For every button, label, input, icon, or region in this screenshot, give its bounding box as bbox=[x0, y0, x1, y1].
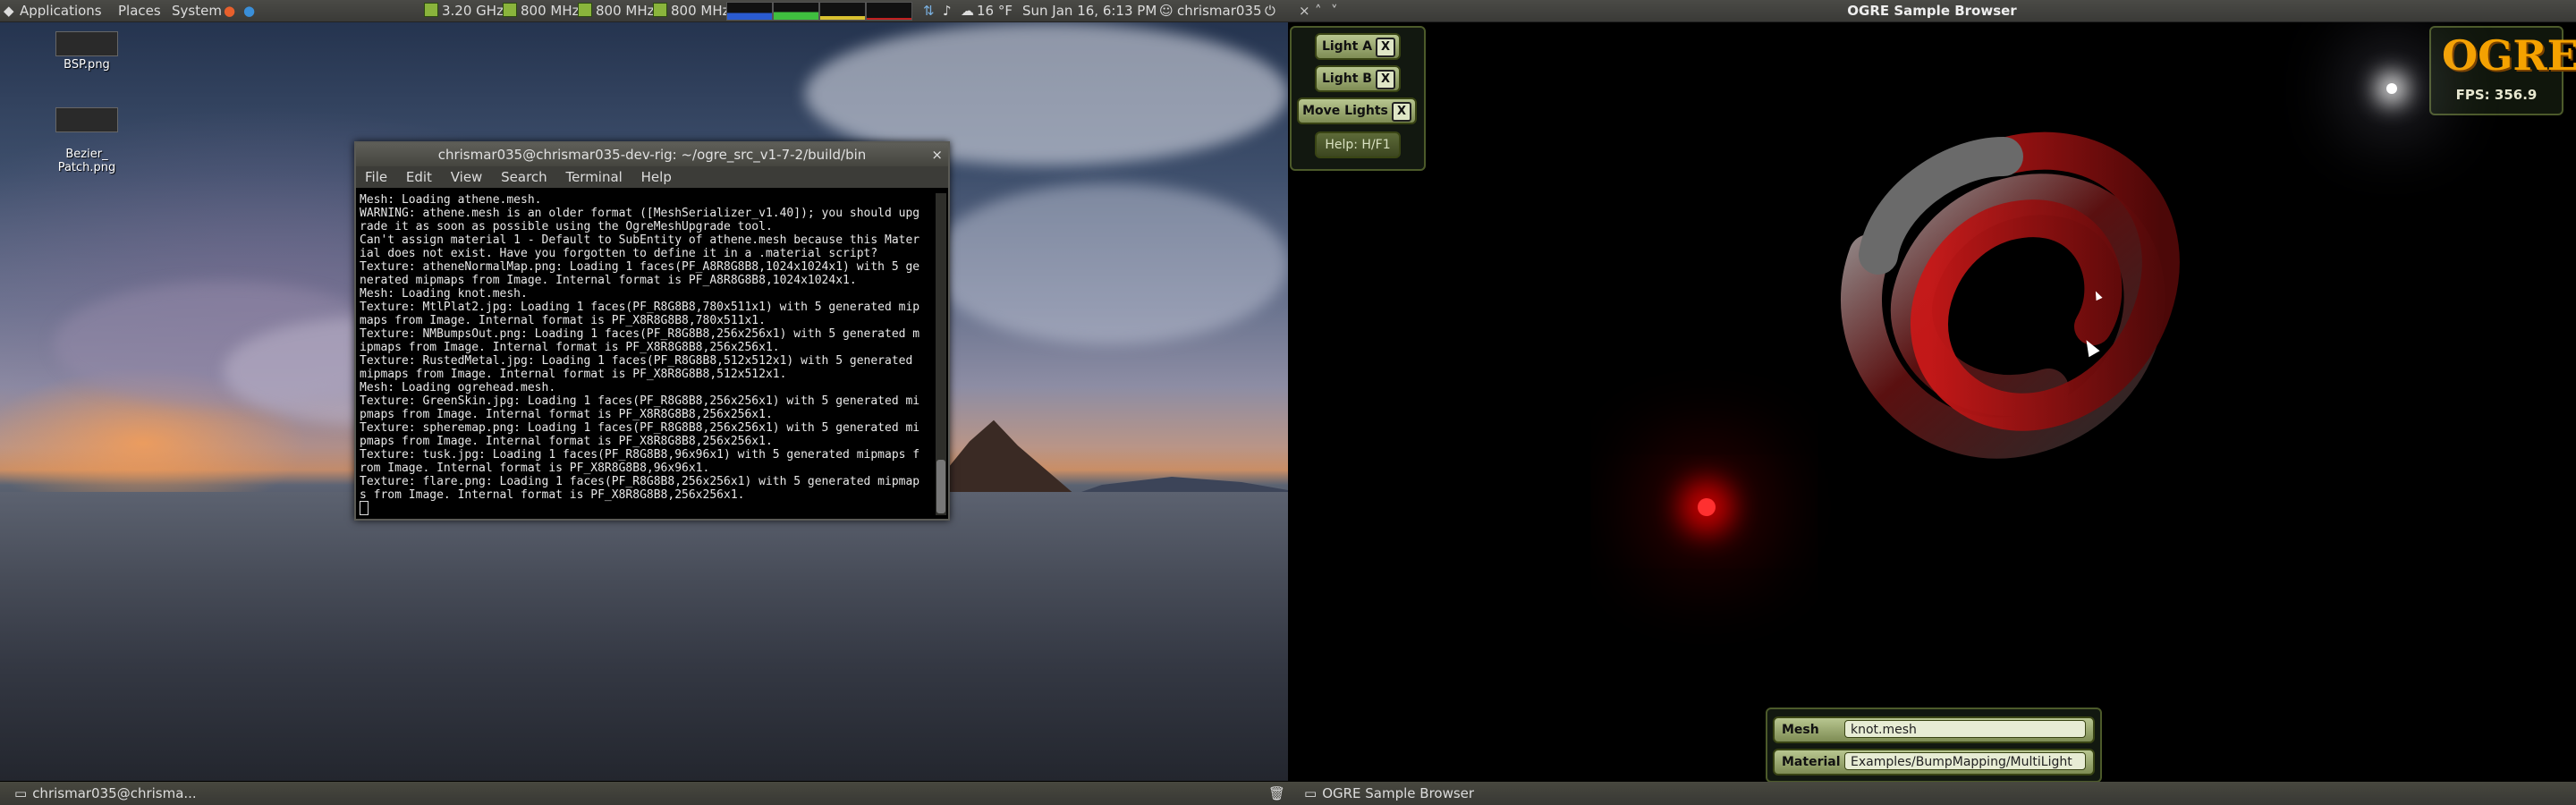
ogre-logo-panel: OGRE FPS: 356.9 bbox=[2429, 26, 2576, 115]
help-button[interactable]: Help: H/F1 bbox=[1315, 131, 1401, 158]
taskbar-ogre[interactable]: ▭ OGRE Sample Browser bbox=[1295, 784, 1483, 803]
system-monitor-mem-graph[interactable] bbox=[773, 2, 819, 21]
light-a-label: Light A bbox=[1321, 39, 1373, 54]
taskbar-item-label: chrismar035@chrisma... bbox=[32, 785, 197, 801]
close-icon[interactable]: × bbox=[931, 143, 943, 166]
light-a-checkbox[interactable]: X bbox=[1376, 38, 1395, 57]
desktop-wallpaper: BSP.png Bezier_ Patch.png chrismar035@ch… bbox=[0, 22, 1288, 781]
ubuntu-logo-icon[interactable]: ◆ bbox=[4, 0, 14, 21]
maximize-icon[interactable]: ˄ bbox=[1315, 0, 1322, 21]
clock[interactable]: Sun Jan 16, 6:13 PM bbox=[1022, 0, 1157, 21]
mesh-value[interactable]: knot.mesh bbox=[1844, 720, 2086, 738]
terminal-menu-search[interactable]: Search bbox=[501, 169, 547, 185]
white-light-flare bbox=[2386, 83, 2397, 94]
light-a-toggle[interactable]: Light A X bbox=[1315, 33, 1401, 60]
cpu-icon bbox=[653, 3, 667, 17]
top-panel: ◆ Applications Places System ● ● 3.20 GH… bbox=[0, 0, 1288, 22]
chrome-launcher-icon[interactable]: ● bbox=[243, 0, 255, 21]
cpu-freq-label: 800 MHz bbox=[671, 3, 730, 19]
terminal-menu-edit[interactable]: Edit bbox=[406, 169, 432, 185]
power-icon[interactable]: ⏻ bbox=[1265, 0, 1275, 21]
wallpaper-sea bbox=[0, 492, 1288, 781]
terminal-menu-help[interactable]: Help bbox=[641, 169, 672, 185]
ogre-render-view[interactable]: Light A X Light B X Move Lights X Help: … bbox=[1288, 22, 2576, 782]
network-icon[interactable]: ⇅ bbox=[923, 0, 935, 21]
light-b-label: Light B bbox=[1322, 72, 1372, 86]
desktop-icon-label: Bezier_ Patch.png bbox=[57, 148, 116, 174]
terminal-scrollbar[interactable] bbox=[936, 193, 946, 515]
window-icon: ▭ bbox=[1304, 785, 1318, 801]
terminal-window[interactable]: chrismar035@chrismar035-dev-rig: ~/ogre_… bbox=[354, 141, 950, 521]
trash-icon[interactable]: 🗑 bbox=[1268, 782, 1285, 805]
cpu-freq-3[interactable]: 800 MHz bbox=[578, 0, 655, 21]
cpu-freq-2[interactable]: 800 MHz bbox=[503, 0, 580, 21]
move-lights-toggle[interactable]: Move Lights X bbox=[1297, 97, 1417, 124]
menu-places[interactable]: Places bbox=[118, 0, 161, 21]
material-label: Material bbox=[1782, 755, 1841, 769]
ogre-control-tray: Light A X Light B X Move Lights X Help: … bbox=[1290, 26, 1426, 171]
desktop-icon-bezier[interactable]: Bezier_ Patch.png bbox=[38, 94, 136, 188]
mesh-selector[interactable]: Mesh knot.mesh bbox=[1773, 716, 2095, 743]
cpu-freq-1[interactable]: 3.20 GHz bbox=[424, 0, 504, 21]
material-value[interactable]: Examples/BumpMapping/MultiLight bbox=[1844, 752, 2086, 770]
cpu-freq-label: 800 MHz bbox=[596, 3, 655, 19]
ogre-titlebar[interactable]: × ˄ ˅ OGRE Sample Browser bbox=[1288, 0, 2576, 22]
taskbar-item-label: OGRE Sample Browser bbox=[1322, 785, 1475, 801]
volume-icon[interactable]: ♪ bbox=[943, 0, 952, 21]
menu-system[interactable]: System bbox=[172, 0, 222, 21]
weather-icon[interactable]: ☁ bbox=[961, 0, 974, 21]
terminal-menu-file[interactable]: File bbox=[365, 169, 387, 185]
user-menu-icon[interactable]: ☺ bbox=[1159, 0, 1174, 21]
menu-applications[interactable]: Applications bbox=[20, 0, 102, 21]
red-light-flare bbox=[1698, 498, 1716, 516]
weather-temp[interactable]: 16 °F bbox=[977, 0, 1013, 21]
terminal-title: chrismar035@chrismar035-dev-rig: ~/ogre_… bbox=[437, 147, 867, 163]
taskbar-terminal[interactable]: ▭ chrismar035@chrisma... bbox=[5, 784, 197, 803]
ogre-logo: OGRE bbox=[2442, 31, 2576, 80]
light-b-checkbox[interactable]: X bbox=[1376, 70, 1395, 89]
cpu-icon bbox=[503, 3, 517, 17]
fps-counter: FPS: 356.9 bbox=[2455, 87, 2538, 103]
cpu-icon bbox=[578, 3, 592, 17]
scrollbar-thumb[interactable] bbox=[936, 460, 945, 513]
user-name[interactable]: chrismar035 bbox=[1177, 0, 1262, 21]
bottom-panel: ▭ chrismar035@chrisma... 🗑 ▭ OGRE Sample B… bbox=[0, 782, 2576, 805]
close-icon[interactable]: × bbox=[1299, 0, 1310, 21]
terminal-cursor bbox=[360, 501, 369, 515]
terminal-menu-terminal[interactable]: Terminal bbox=[565, 169, 622, 185]
image-file-icon bbox=[55, 31, 118, 56]
terminal-output[interactable]: Mesh: Loading athene.mesh. WARNING: athe… bbox=[360, 193, 928, 508]
ogre-window-title: OGRE Sample Browser bbox=[1847, 3, 2017, 19]
cpu-freq-4[interactable]: 800 MHz bbox=[653, 0, 730, 21]
system-monitor-net-graph[interactable] bbox=[819, 2, 866, 21]
material-selector[interactable]: Material Examples/BumpMapping/MultiLight bbox=[1773, 749, 2095, 775]
terminal-icon: ▭ bbox=[14, 785, 28, 801]
cpu-freq-label: 800 MHz bbox=[521, 3, 580, 19]
system-monitor-load-graph[interactable] bbox=[866, 2, 912, 21]
minimize-icon[interactable]: ˅ bbox=[1331, 0, 1338, 21]
light-b-toggle[interactable]: Light B X bbox=[1315, 65, 1401, 92]
wallpaper-cloud bbox=[930, 183, 1288, 344]
desktop-icon-bsp[interactable]: BSP.png bbox=[38, 31, 136, 72]
move-lights-label: Move Lights bbox=[1302, 104, 1388, 118]
cpu-freq-label: 3.20 GHz bbox=[442, 3, 504, 19]
desktop-icon-label: BSP.png bbox=[64, 58, 110, 72]
system-monitor-cpu-graph[interactable] bbox=[726, 2, 773, 21]
firefox-launcher-icon[interactable]: ● bbox=[224, 0, 235, 21]
image-file-icon bbox=[55, 107, 118, 132]
ogre-param-panel: Mesh knot.mesh Material Examples/BumpMap… bbox=[1766, 708, 2102, 782]
terminal-titlebar[interactable]: chrismar035@chrismar035-dev-rig: ~/ogre_… bbox=[356, 143, 948, 166]
move-lights-checkbox[interactable]: X bbox=[1392, 102, 1411, 122]
cpu-icon bbox=[424, 3, 438, 17]
terminal-menu-view[interactable]: View bbox=[451, 169, 483, 185]
mesh-label: Mesh bbox=[1782, 723, 1819, 737]
terminal-menubar: File Edit View Search Terminal Help bbox=[356, 166, 948, 188]
torus-knot-mesh bbox=[1841, 131, 2180, 459]
